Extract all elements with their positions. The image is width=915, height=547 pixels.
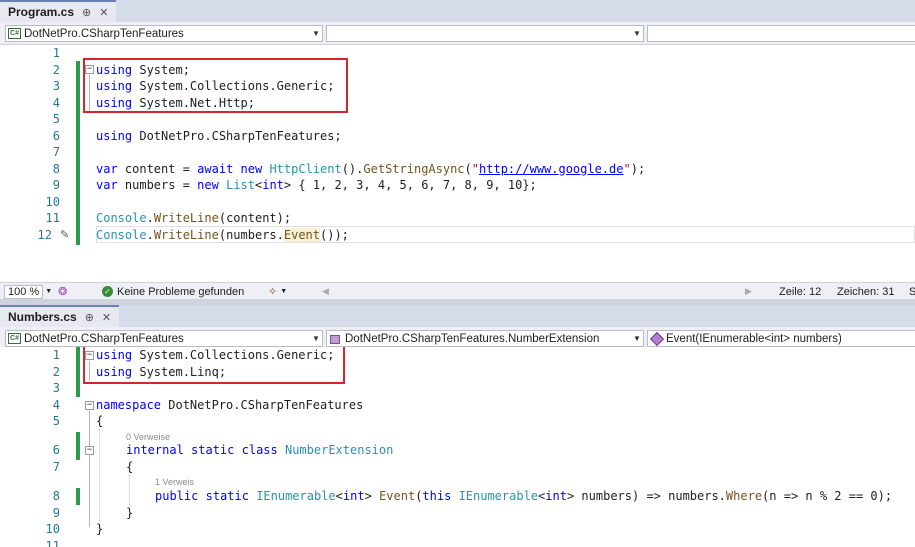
line-number: 5 [52,112,60,126]
cleanup-button[interactable]: ✧ ▼ [268,284,287,299]
reference-count-hint[interactable]: 1 Verweis [155,477,194,488]
line-number: 1 [52,46,60,60]
tab-title: Numbers.cs [8,310,77,324]
member-dropdown-value: Event(IEnumerable<int> numbers) [666,332,842,345]
line-number: 2 [52,364,60,379]
line-number: 1 [52,348,60,362]
class-icon [329,333,342,344]
line-indicator: Zeile: 12 [779,285,822,298]
project-dropdown[interactable]: C# DotNetPro.CSharpTenFeatures ▼ [5,25,323,42]
line-number: 2 [52,62,60,77]
line-number: 9 [52,505,60,520]
change-indicator [76,488,80,505]
type-dropdown[interactable]: DotNetPro.CSharpTenFeatures.NumberExtens… [326,330,644,347]
line-number: 11 [45,211,60,225]
chevron-down-icon: ▼ [633,334,641,343]
scroll-left-icon[interactable]: ◀ [322,284,329,299]
pencil-icon[interactable]: ✎ [60,228,69,241]
bottom-tab-bar: Numbers.cs ⊕ ✕ [0,305,915,327]
chevron-down-icon: ▼ [45,288,53,295]
fold-guide [89,456,90,511]
line-number: 8 [52,161,60,176]
close-icon[interactable]: ✕ [99,6,108,19]
pin-icon[interactable]: ⊕ [85,311,94,324]
brain-icon[interactable]: ❂ [58,285,67,298]
char-indicator: Zeichen: 31 [837,285,895,298]
code-line[interactable]: var numbers = new List<int> { 1, 2, 3, 4… [96,177,537,194]
code-line[interactable]: Console.WriteLine(numbers.Event()); [96,227,349,244]
problems-text: Keine Probleme gefunden [117,285,245,298]
line-number: 6 [52,443,60,457]
collapse-icon[interactable]: − [85,446,94,455]
csharp-project-icon: C# [8,28,21,39]
line-number: 3 [52,79,60,93]
member-dropdown[interactable] [647,25,915,42]
code-line[interactable]: { [96,413,103,430]
url-link: http://www.google.de [479,161,624,176]
top-status-bar: 100 % ▼ ❂ ✓ Keine Probleme gefunden ✧ ▼ … [0,282,915,299]
line-number: 7 [52,459,60,474]
top-navigation-bar: C# DotNetPro.CSharpTenFeatures ▼ ▼ [0,22,915,45]
line-number: 9 [52,178,60,192]
code-line[interactable]: Console.WriteLine(content); [96,210,291,227]
line-number: 5 [52,414,60,428]
project-dropdown-value: DotNetPro.CSharpTenFeatures [24,27,184,40]
check-icon: ✓ [102,286,113,297]
problems-indicator[interactable]: ✓ Keine Probleme gefunden [102,284,244,299]
code-line[interactable]: namespace DotNetPro.CSharpTenFeatures [96,397,363,414]
line-number: 12 [37,227,52,242]
chevron-down-icon: ▼ [312,29,320,38]
line-number: 7 [52,145,60,159]
project-dropdown-value: DotNetPro.CSharpTenFeatures [24,332,184,345]
chevron-down-icon: ▼ [280,288,288,295]
change-indicator [76,61,80,245]
scroll-right-icon[interactable]: ▶ [745,284,752,299]
line-number: 10 [45,522,60,536]
status-overflow: S [909,285,915,298]
method-icon [650,333,663,344]
chevron-down-icon: ▼ [312,334,320,343]
type-dropdown-value: DotNetPro.CSharpTenFeatures.NumberExtens… [345,332,600,345]
project-dropdown[interactable]: C# DotNetPro.CSharpTenFeatures ▼ [5,330,323,347]
code-line[interactable]: var content = await new HttpClient().Get… [96,161,645,178]
member-dropdown[interactable]: Event(IEnumerable<int> numbers) [647,330,915,347]
code-line[interactable]: using DotNetPro.CSharpTenFeatures; [96,128,342,145]
top-tab-bar: Program.cs ⊕ ✕ [0,0,915,22]
line-number: 8 [52,489,60,503]
code-line[interactable]: } [126,505,133,522]
line-number: 4 [52,95,60,110]
indent-guide [129,475,130,505]
type-dropdown[interactable]: ▼ [326,25,644,42]
close-icon[interactable]: ✕ [102,311,111,324]
zoom-value: 100 % [4,284,44,299]
tab-numbers-cs[interactable]: Numbers.cs ⊕ ✕ [0,305,120,327]
highlight-box [83,347,345,384]
line-number: 10 [45,194,60,209]
indent-guide [99,429,100,521]
line-number: 3 [52,381,60,395]
code-line[interactable]: { [126,459,133,476]
zoom-dropdown[interactable]: 100 % ▼ ❂ [4,284,67,299]
line-number: 4 [52,397,60,412]
line-number: 6 [52,128,60,143]
highlight-box [83,58,348,113]
change-indicator [76,432,80,460]
code-line[interactable]: public static IEnumerable<int> Event(thi… [155,488,892,505]
tab-title: Program.cs [8,5,75,19]
pin-icon[interactable]: ⊕ [82,6,91,19]
tab-program-cs[interactable]: Program.cs ⊕ ✕ [0,0,117,22]
line-number: 11 [45,538,60,547]
code-line[interactable]: } [96,521,103,538]
chevron-down-icon: ▼ [633,29,641,38]
top-code-editor[interactable]: 1 2 using System; 3 using System.Collect… [0,45,915,282]
code-line[interactable]: internal static class NumberExtension [126,442,393,459]
csharp-project-icon: C# [8,333,21,344]
bottom-code-editor[interactable]: 1 using System.Collections.Generic; 2 us… [0,347,915,547]
change-indicator [76,347,80,397]
collapse-icon[interactable]: − [85,401,94,410]
broom-icon: ✧ [268,286,278,298]
